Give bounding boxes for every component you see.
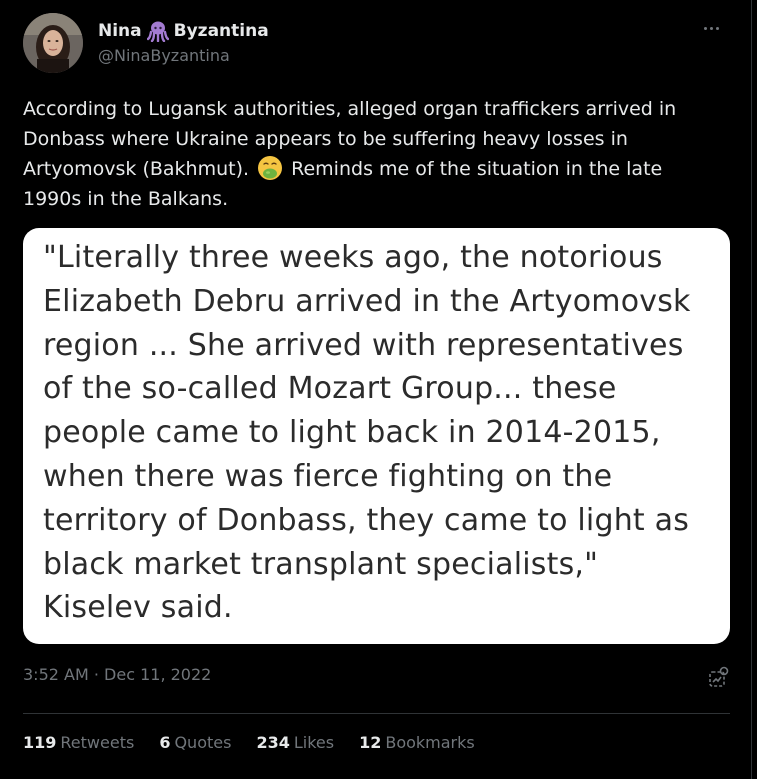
bookmarks-label: Bookmarks [385, 733, 475, 752]
retweets-label: Retweets [60, 733, 135, 752]
stats-divider [23, 713, 730, 714]
bookmarks-count: 12 [359, 733, 382, 752]
display-name-last: Byzantina [173, 21, 269, 41]
tweet: Nina Byzantina @NinaByzantina According … [0, 0, 752, 779]
quotes-stat[interactable]: 6 Quotes [159, 733, 231, 752]
avatar[interactable] [23, 13, 83, 73]
user-handle[interactable]: @NinaByzantina [98, 46, 230, 65]
tweet-time[interactable]: 3:52 AM [23, 665, 89, 684]
analytics-icon[interactable] [707, 665, 731, 689]
quotes-label: Quotes [174, 733, 232, 752]
display-name[interactable]: Nina Byzantina [98, 20, 269, 43]
image-quote-text: "Literally three weeks ago, the notoriou… [43, 240, 691, 626]
nauseated-face-icon [257, 155, 283, 181]
bookmarks-stat[interactable]: 12 Bookmarks [359, 733, 475, 752]
tweet-text: According to Lugansk authorities, allege… [23, 94, 723, 214]
octopus-icon [146, 20, 169, 43]
retweets-stat[interactable]: 119 Retweets [23, 733, 134, 752]
timestamp-separator: · [93, 665, 99, 684]
likes-label: Likes [293, 733, 335, 752]
retweets-count: 119 [23, 733, 57, 752]
likes-stat[interactable]: 234 Likes [256, 733, 334, 752]
likes-count: 234 [256, 733, 290, 752]
tweet-image[interactable]: "Literally three weeks ago, the notoriou… [23, 228, 730, 644]
avatar-image [23, 13, 83, 73]
display-name-first: Nina [98, 21, 142, 41]
tweet-timestamp[interactable]: 3:52 AM · Dec 11, 2022 [23, 665, 211, 684]
more-options-icon[interactable] [699, 19, 723, 37]
engagement-stats: 119 Retweets 6 Quotes 234 Likes 12 Bookmarks [23, 733, 475, 752]
tweet-date[interactable]: Dec 11, 2022 [104, 665, 211, 684]
tweet-header: Nina Byzantina @NinaByzantina [23, 13, 723, 73]
quotes-count: 6 [159, 733, 171, 752]
